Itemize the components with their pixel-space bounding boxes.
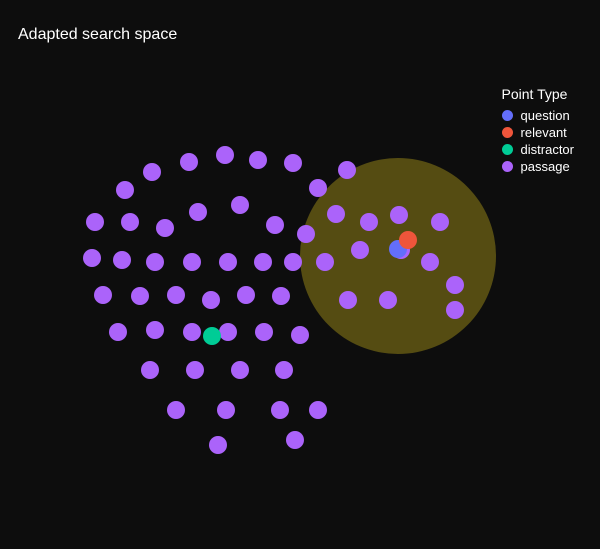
point-passage[interactable] <box>254 253 272 271</box>
point-passage[interactable] <box>180 153 198 171</box>
point-passage[interactable] <box>249 151 267 169</box>
point-passage[interactable] <box>209 436 227 454</box>
point-passage[interactable] <box>284 154 302 172</box>
point-relevant[interactable] <box>399 231 417 249</box>
point-passage[interactable] <box>156 219 174 237</box>
point-passage[interactable] <box>113 251 131 269</box>
scatter-plot <box>0 0 600 549</box>
point-passage[interactable] <box>143 163 161 181</box>
point-passage[interactable] <box>109 323 127 341</box>
point-passage[interactable] <box>266 216 284 234</box>
point-passage[interactable] <box>131 287 149 305</box>
point-passage[interactable] <box>219 323 237 341</box>
point-passage[interactable] <box>146 321 164 339</box>
point-passage[interactable] <box>167 286 185 304</box>
point-passage[interactable] <box>339 291 357 309</box>
point-passage[interactable] <box>219 253 237 271</box>
point-passage[interactable] <box>379 291 397 309</box>
point-passage[interactable] <box>186 361 204 379</box>
point-passage[interactable] <box>94 286 112 304</box>
point-passage[interactable] <box>272 287 290 305</box>
point-passage[interactable] <box>360 213 378 231</box>
point-passage[interactable] <box>446 301 464 319</box>
point-distractor[interactable] <box>203 327 221 345</box>
point-passage[interactable] <box>309 401 327 419</box>
point-passage[interactable] <box>297 225 315 243</box>
point-passage[interactable] <box>291 326 309 344</box>
point-passage[interactable] <box>390 206 408 224</box>
point-passage[interactable] <box>237 286 255 304</box>
point-passage[interactable] <box>231 361 249 379</box>
point-passage[interactable] <box>183 253 201 271</box>
point-passage[interactable] <box>116 181 134 199</box>
point-passage[interactable] <box>316 253 334 271</box>
point-passage[interactable] <box>351 241 369 259</box>
chart-stage: Adapted search space Point Type question… <box>0 0 600 549</box>
point-passage[interactable] <box>271 401 289 419</box>
point-passage[interactable] <box>183 323 201 341</box>
point-passage[interactable] <box>255 323 273 341</box>
point-passage[interactable] <box>217 401 235 419</box>
point-passage[interactable] <box>141 361 159 379</box>
point-passage[interactable] <box>309 179 327 197</box>
point-passage[interactable] <box>121 213 139 231</box>
point-passage[interactable] <box>431 213 449 231</box>
point-passage[interactable] <box>167 401 185 419</box>
point-passage[interactable] <box>146 253 164 271</box>
point-passage[interactable] <box>216 146 234 164</box>
point-passage[interactable] <box>86 213 104 231</box>
point-passage[interactable] <box>231 196 249 214</box>
point-passage[interactable] <box>327 205 345 223</box>
point-passage[interactable] <box>286 431 304 449</box>
point-passage[interactable] <box>275 361 293 379</box>
point-passage[interactable] <box>338 161 356 179</box>
point-passage[interactable] <box>189 203 207 221</box>
point-passage[interactable] <box>202 291 220 309</box>
point-passage[interactable] <box>83 249 101 267</box>
point-passage[interactable] <box>446 276 464 294</box>
point-passage[interactable] <box>284 253 302 271</box>
point-passage[interactable] <box>421 253 439 271</box>
